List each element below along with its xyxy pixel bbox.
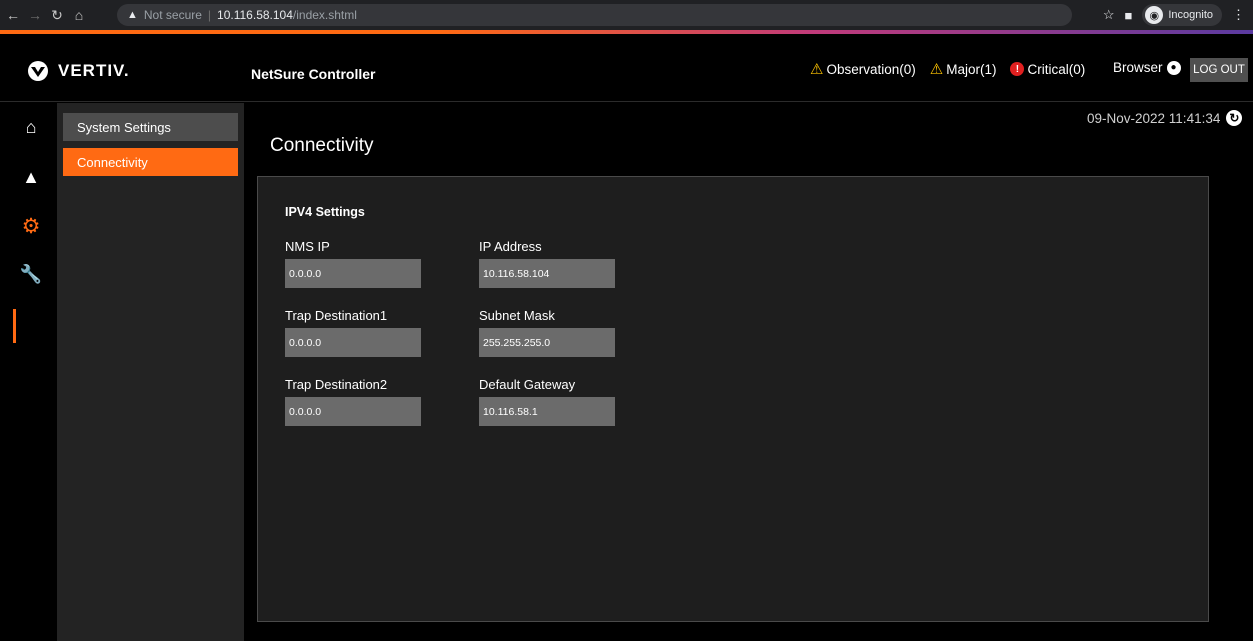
warning-triangle-icon: ⚠ — [929, 61, 944, 78]
datetime-text: 09-Nov-2022 11:41:34 — [1087, 110, 1221, 126]
ipv4-settings-panel: IPV4 Settings NMS IP IP Address Trap Des… — [257, 176, 1209, 622]
warning-triangle-icon: ⚠ — [810, 61, 824, 78]
critical-label: Critical(0) — [1027, 61, 1086, 77]
url-path: /index.shtml — [292, 8, 357, 22]
refresh-icon[interactable]: ↻ — [1226, 110, 1243, 126]
alarm-icon[interactable]: ▲ — [20, 166, 42, 188]
subnet-mask-field[interactable] — [479, 328, 615, 357]
vertiv-logo-icon — [28, 61, 48, 81]
critical-alarm[interactable]: ! Critical(0) — [1010, 60, 1085, 78]
maintenance-icon[interactable]: 🔧 — [20, 263, 42, 285]
observation-label: Observation(0) — [826, 61, 916, 77]
ip-address-field[interactable] — [479, 259, 615, 288]
nms-ip-field[interactable] — [285, 259, 421, 288]
warning-icon: ▲ — [127, 9, 138, 21]
address-separator: | — [207, 8, 212, 22]
security-label: Not secure — [143, 8, 202, 22]
trap-destination2-label: Trap Destination2 — [285, 377, 388, 392]
app-header: VERTIV. NetSure Controller ⚠ Observation… — [0, 34, 1253, 102]
back-arrow-icon[interactable]: ← — [4, 4, 22, 26]
bookmark-star-icon[interactable]: ☆ — [1103, 7, 1115, 23]
app-title: NetSure Controller — [251, 66, 376, 82]
user-name: Browser — [1113, 60, 1163, 75]
section-title: IPV4 Settings — [285, 205, 365, 219]
incognito-badge[interactable]: ◉ Incognito — [1142, 4, 1222, 26]
observation-alarm[interactable]: ⚠ Observation(0) — [810, 60, 916, 78]
settings-subnav: System Settings Connectivity — [57, 103, 244, 641]
browser-toolbar: ← → ↻ ⌂ ▲ Not secure | 10.116.58.104 /in… — [0, 0, 1253, 30]
home-icon[interactable]: ⌂ — [20, 116, 42, 138]
browser-menu-icon[interactable]: ⋮ — [1232, 7, 1245, 23]
subnav-item-system-settings[interactable]: System Settings — [63, 113, 238, 141]
side-panel-icon[interactable]: ■ — [1124, 8, 1132, 23]
icon-rail: ⌂ ▲ ⚙ 🔧 — [0, 103, 57, 641]
default-gateway-label: Default Gateway — [479, 377, 576, 392]
alarm-summary: ⚠ Observation(0) ⚠ Major(1) ! Critical(0… — [810, 60, 1085, 78]
vertiv-logo: VERTIV. — [26, 60, 130, 82]
trap-destination1-field[interactable] — [285, 328, 421, 357]
subnet-mask-label: Subnet Mask — [479, 308, 555, 323]
system-datetime: 09-Nov-2022 11:41:34 ↻ — [1087, 110, 1243, 126]
url-host: 10.116.58.104 — [217, 8, 293, 22]
user-menu[interactable]: Browser ● — [1113, 60, 1181, 75]
address-bar[interactable]: ▲ Not secure | 10.116.58.104 /index.shtm… — [117, 4, 1072, 26]
reload-icon[interactable]: ↻ — [48, 4, 66, 26]
subnav-item-connectivity[interactable]: Connectivity — [63, 148, 238, 176]
incognito-label: Incognito — [1168, 9, 1213, 21]
incognito-icon: ◉ — [1145, 6, 1164, 24]
major-label: Major(1) — [946, 61, 997, 77]
logout-button[interactable]: LOG OUT — [1190, 58, 1248, 82]
settings-icon[interactable]: ⚙ — [20, 215, 42, 238]
critical-alert-icon: ! — [1010, 62, 1025, 76]
active-indicator — [13, 309, 16, 343]
ip-address-label: IP Address — [479, 239, 542, 254]
nms-ip-label: NMS IP — [285, 239, 330, 254]
forward-arrow-icon[interactable]: → — [26, 4, 44, 26]
page-title: Connectivity — [270, 135, 374, 156]
default-gateway-field[interactable] — [479, 397, 615, 426]
trap-destination2-field[interactable] — [285, 397, 421, 426]
home-browser-icon[interactable]: ⌂ — [70, 4, 88, 26]
trap-destination1-label: Trap Destination1 — [285, 308, 388, 323]
user-icon: ● — [1166, 60, 1181, 75]
major-alarm[interactable]: ⚠ Major(1) — [930, 60, 997, 78]
logo-text: VERTIV. — [58, 61, 130, 80]
